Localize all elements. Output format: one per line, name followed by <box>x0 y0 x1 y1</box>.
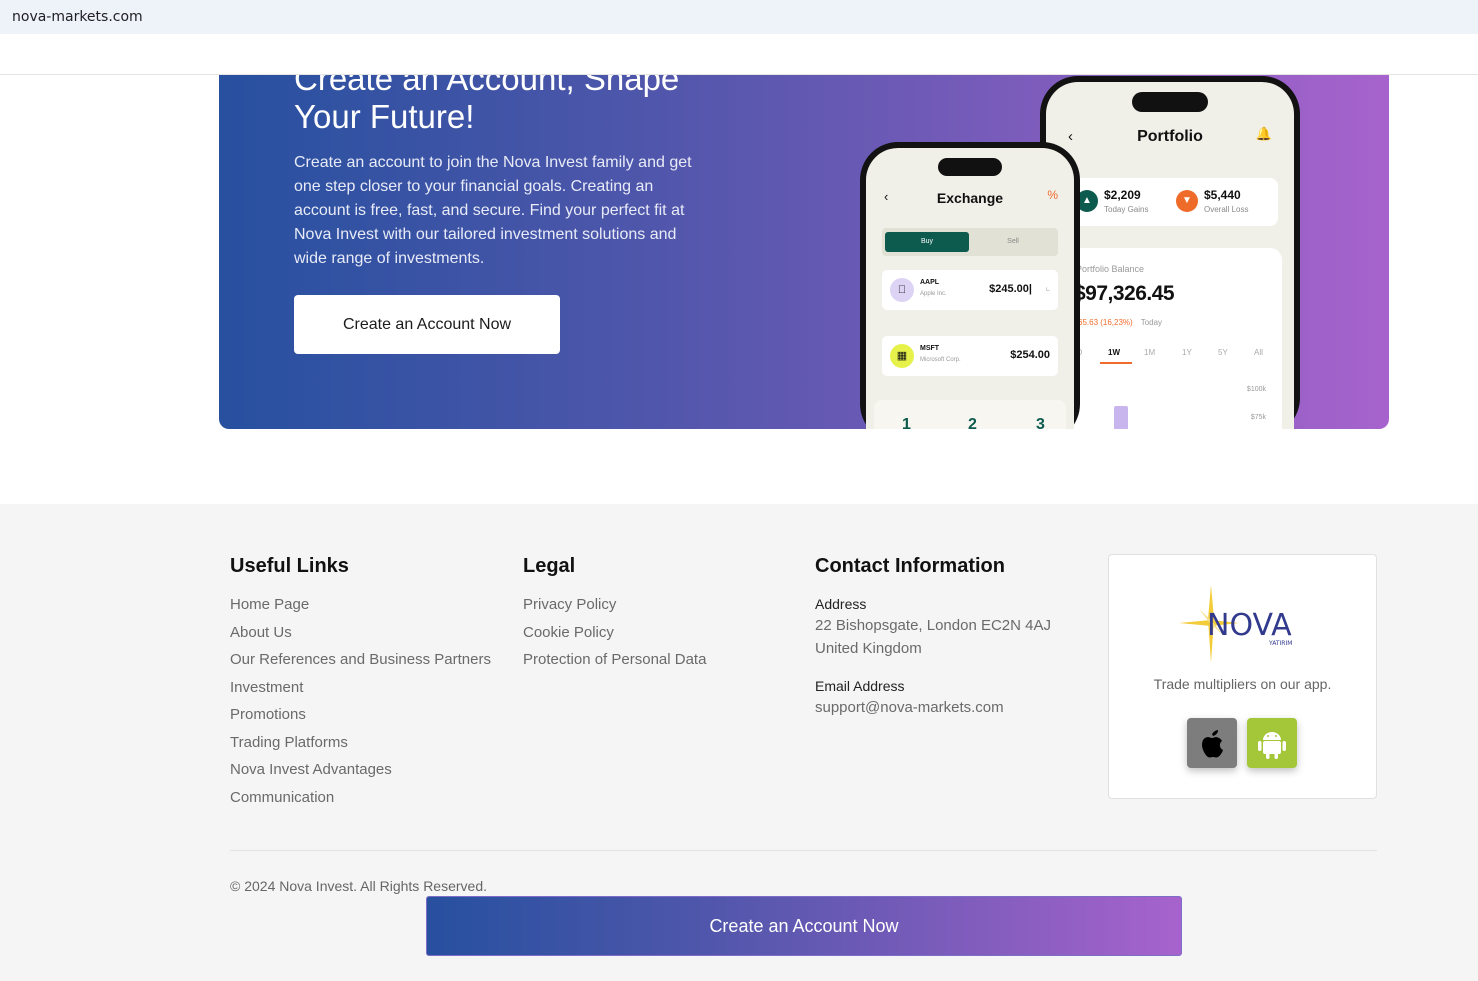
app-download-card: NOVA YATIRIM Trade multipliers on our ap… <box>1108 554 1377 799</box>
stats-card: ▲ $2,209 Today Gains ▼ $5,440 Overall Lo… <box>1066 178 1278 226</box>
site-header <box>0 34 1478 75</box>
balance-value: $97,326.45 <box>1074 282 1175 305</box>
exchange-phone-mockup: ‹ Exchange % Buy Sell  AAPL Apple Inc. … <box>860 142 1080 429</box>
tab-all: All <box>1254 348 1263 357</box>
address-line-2: United Kingdom <box>815 640 922 657</box>
key-3: 3 <box>1036 416 1045 429</box>
keypad: 1 2 3 <box>874 400 1066 429</box>
google-play-button[interactable] <box>1247 718 1297 768</box>
active-tab-underline <box>1100 362 1132 364</box>
svg-text:YATIRIM: YATIRIM <box>1268 640 1292 647</box>
link-personal-data[interactable]: Protection of Personal Data <box>523 651 706 668</box>
apple-icon <box>1202 730 1223 758</box>
stock-name: Apple Inc. <box>920 291 947 297</box>
chart-bar <box>1114 406 1128 429</box>
change-value: 65.63 (16,23%) <box>1078 318 1133 327</box>
email-label: Email Address <box>815 678 905 694</box>
sticky-create-account-button[interactable]: Create an Account Now <box>426 896 1182 956</box>
buy-tab: Buy <box>885 232 969 252</box>
loss-amount: $5,440 <box>1204 188 1241 202</box>
apple-icon:  <box>890 278 914 302</box>
stock-row-msft: ▦ MSFT Microsoft Corp. $254.00 <box>882 336 1058 376</box>
app-tagline: Trade multipliers on our app. <box>1153 676 1332 692</box>
key-2: 2 <box>968 416 977 429</box>
link-home-page[interactable]: Home Page <box>230 596 309 613</box>
link-investment[interactable]: Investment <box>230 679 303 696</box>
exchange-screen: ‹ Exchange % Buy Sell  AAPL Apple Inc. … <box>866 148 1074 429</box>
email-link[interactable]: support@nova-markets.com <box>815 699 1004 716</box>
link-advantages[interactable]: Nova Invest Advantages <box>230 761 392 778</box>
footer-divider <box>230 850 1377 851</box>
android-icon <box>1258 732 1286 759</box>
balance-card: Portfolio Balance $97,326.45 65.63 (16,2… <box>1056 248 1282 429</box>
stock-name: Microsoft Corp. <box>920 357 961 363</box>
stock-ticker: AAPL <box>920 279 940 286</box>
loss-label: Overall Loss <box>1204 205 1249 214</box>
axis-label-75k: $75k <box>1250 414 1266 421</box>
gains-amount: $2,209 <box>1104 188 1141 202</box>
tab-1w: 1W <box>1108 348 1120 357</box>
browser-url-bar[interactable]: nova-markets.com <box>0 0 1478 34</box>
url-text[interactable]: nova-markets.com <box>12 9 143 25</box>
address-label: Address <box>815 596 867 612</box>
svg-text:NOVA: NOVA <box>1207 608 1292 643</box>
link-about-us[interactable]: About Us <box>230 624 292 641</box>
hero-description: Create an account to join the Nova Inves… <box>294 154 692 267</box>
create-account-button[interactable]: Create an Account Now <box>294 295 560 354</box>
link-promotions[interactable]: Promotions <box>230 706 306 723</box>
contact-title: Contact Information <box>815 555 1005 577</box>
address-line-1: 22 Bishopsgate, London EC2N 4AJ <box>815 617 1051 634</box>
microsoft-icon: ▦ <box>890 344 914 368</box>
exchange-title: Exchange <box>936 190 1004 206</box>
key-1: 1 <box>902 416 911 429</box>
tab-1m: 1M <box>1144 348 1156 357</box>
portfolio-screen: ‹ Portfolio 🔔 ▲ $2,209 Today Gains ▼ $5,… <box>1046 82 1294 429</box>
link-references[interactable]: Our References and Business Partners <box>230 651 491 668</box>
balance-label: Portfolio Balance <box>1076 264 1145 274</box>
link-trading-platforms[interactable]: Trading Platforms <box>230 734 348 751</box>
phone-notch <box>1132 92 1208 112</box>
sell-tab: Sell <box>971 232 1055 252</box>
useful-links-title: Useful Links <box>230 555 349 577</box>
change-period: Today <box>1140 318 1163 327</box>
axis-label-100k: $100k <box>1246 386 1266 393</box>
arrow-down-icon: ▼ <box>1176 190 1198 212</box>
gains-label: Today Gains <box>1104 205 1149 214</box>
hero-banner: Create an Account, Shape Your Future! Cr… <box>219 40 1389 429</box>
legal-title: Legal <box>523 555 576 577</box>
link-communication[interactable]: Communication <box>230 789 334 806</box>
app-store-button[interactable] <box>1187 718 1237 768</box>
copyright: © 2024 Nova Invest. All Rights Reserved. <box>230 878 487 894</box>
stock-row-aapl:  AAPL Apple Inc. $245.00| ⌞ <box>882 270 1058 310</box>
link-privacy-policy[interactable]: Privacy Policy <box>523 596 616 613</box>
bell-icon: 🔔 <box>1255 126 1272 141</box>
balance-change: 65.63 (16,23%) Today <box>1078 318 1162 327</box>
percent-icon: % <box>1047 188 1058 202</box>
stock-ticker: MSFT <box>920 345 940 352</box>
nova-logo: NOVA YATIRIM <box>1179 585 1292 663</box>
tab-5y: 5Y <box>1218 348 1228 357</box>
tab-1y: 1Y <box>1182 348 1192 357</box>
stock-price: $254.00 <box>1010 349 1050 361</box>
link-cookie-policy[interactable]: Cookie Policy <box>523 624 614 641</box>
phone-notch <box>938 158 1002 176</box>
buy-sell-toggle: Buy Sell <box>882 228 1058 256</box>
chart-icon: ⌞ <box>1045 282 1050 293</box>
stock-price: $245.00| <box>989 283 1032 295</box>
